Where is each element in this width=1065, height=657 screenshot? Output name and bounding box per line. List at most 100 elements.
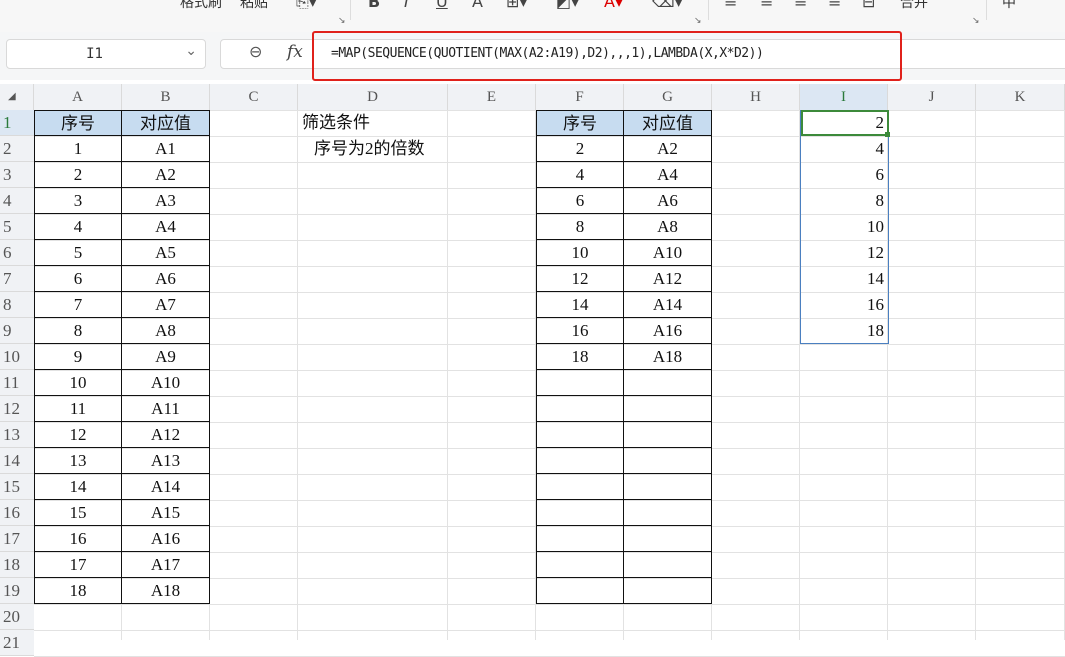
table1-cell[interactable]: A10 xyxy=(122,370,210,396)
row-header-19[interactable]: 19 xyxy=(0,578,34,604)
column-header-b[interactable]: B xyxy=(122,84,210,110)
table1-cell[interactable]: 18 xyxy=(34,578,122,604)
italic-icon[interactable]: I xyxy=(404,0,409,11)
wrap-icon[interactable]: ⊟ xyxy=(862,0,875,11)
table2-cell[interactable] xyxy=(624,448,712,474)
strikethrough-icon[interactable]: A xyxy=(472,0,483,11)
table2-cell[interactable] xyxy=(624,396,712,422)
table1-cell[interactable]: A12 xyxy=(122,422,210,448)
table2-cell[interactable]: A2 xyxy=(624,136,712,162)
table1-cell[interactable]: A9 xyxy=(122,344,210,370)
paste-button[interactable]: 粘贴 xyxy=(240,0,268,12)
table1-cell[interactable]: 12 xyxy=(34,422,122,448)
table2-cell[interactable]: A12 xyxy=(624,266,712,292)
table2-cell[interactable] xyxy=(536,500,624,526)
table2-cell[interactable] xyxy=(536,396,624,422)
paste-options-icon[interactable]: ⎘▾ xyxy=(296,0,317,12)
zoom-icon[interactable]: ⊖ xyxy=(249,42,262,61)
table1-cell[interactable]: 4 xyxy=(34,214,122,240)
table2-cell[interactable] xyxy=(624,422,712,448)
table2-cell[interactable]: 2 xyxy=(536,136,624,162)
table2-cell[interactable] xyxy=(624,526,712,552)
select-all-corner[interactable]: ◢ xyxy=(0,84,34,110)
table2-cell[interactable]: 12 xyxy=(536,266,624,292)
table2-cell[interactable] xyxy=(624,552,712,578)
bold-icon[interactable]: B xyxy=(368,0,380,11)
table2-cell[interactable] xyxy=(624,474,712,500)
table2-cell[interactable] xyxy=(536,578,624,604)
table1-cell[interactable]: 9 xyxy=(34,344,122,370)
table1-cell[interactable]: 2 xyxy=(34,162,122,188)
row-header-2[interactable]: 2 xyxy=(0,136,34,162)
table1-cell[interactable]: 11 xyxy=(34,396,122,422)
merge-button[interactable]: 合并 xyxy=(900,0,928,12)
column-header-h[interactable]: H xyxy=(712,84,800,110)
table2-cell[interactable]: 16 xyxy=(536,318,624,344)
table1-cell[interactable]: A18 xyxy=(122,578,210,604)
table1-cell[interactable]: A8 xyxy=(122,318,210,344)
table2-cell[interactable]: A16 xyxy=(624,318,712,344)
table1-cell[interactable]: A1 xyxy=(122,136,210,162)
row-header-10[interactable]: 10 xyxy=(0,344,34,370)
row-header-21[interactable]: 21 xyxy=(0,630,34,656)
table1-cell[interactable]: 6 xyxy=(34,266,122,292)
table2-cell[interactable]: 6 xyxy=(536,188,624,214)
row-header-11[interactable]: 11 xyxy=(0,370,34,396)
column-header-j[interactable]: J xyxy=(888,84,976,110)
table1-cell[interactable]: A6 xyxy=(122,266,210,292)
column-header-i[interactable]: I xyxy=(800,84,888,110)
table1-cell[interactable]: A17 xyxy=(122,552,210,578)
row-header-9[interactable]: 9 xyxy=(0,318,34,344)
font-expand-icon[interactable]: ↘ xyxy=(694,16,702,26)
table2-cell[interactable]: A6 xyxy=(624,188,712,214)
column-header-f[interactable]: F xyxy=(536,84,624,110)
row-header-5[interactable]: 5 xyxy=(0,214,34,240)
table1-cell[interactable]: A2 xyxy=(122,162,210,188)
table2-cell[interactable] xyxy=(624,500,712,526)
table2-cell[interactable]: A14 xyxy=(624,292,712,318)
table2-cell[interactable]: 14 xyxy=(536,292,624,318)
table1-cell[interactable]: A4 xyxy=(122,214,210,240)
table1-cell[interactable]: 13 xyxy=(34,448,122,474)
column-header-e[interactable]: E xyxy=(448,84,536,110)
name-box[interactable]: I1 ⌄ xyxy=(6,39,206,69)
number-format-button[interactable]: 中 xyxy=(1002,0,1016,12)
table1-cell[interactable]: A11 xyxy=(122,396,210,422)
table1-cell[interactable]: 8 xyxy=(34,318,122,344)
align-expand-icon[interactable]: ↘ xyxy=(972,16,980,26)
table2-cell[interactable]: 8 xyxy=(536,214,624,240)
table2-cell[interactable] xyxy=(624,370,712,396)
table1-cell[interactable]: 3 xyxy=(34,188,122,214)
row-header-20[interactable]: 20 xyxy=(0,604,34,630)
table2-cell[interactable] xyxy=(536,526,624,552)
table1-cell[interactable]: A13 xyxy=(122,448,210,474)
table1-cell[interactable]: 17 xyxy=(34,552,122,578)
table2-cell[interactable]: 10 xyxy=(536,240,624,266)
row-header-3[interactable]: 3 xyxy=(0,162,34,188)
table1-cell[interactable]: 1 xyxy=(34,136,122,162)
filter-value[interactable]: 序号为2的倍数 xyxy=(298,136,498,162)
table1-cell[interactable]: A14 xyxy=(122,474,210,500)
row-header-13[interactable]: 13 xyxy=(0,422,34,448)
row-header-6[interactable]: 6 xyxy=(0,240,34,266)
table1-cell[interactable]: 16 xyxy=(34,526,122,552)
row-header-8[interactable]: 8 xyxy=(0,292,34,318)
table1-header[interactable]: 对应值 xyxy=(122,110,210,136)
column-header-a[interactable]: A xyxy=(34,84,122,110)
table1-cell[interactable]: A16 xyxy=(122,526,210,552)
table1-cell[interactable]: 15 xyxy=(34,500,122,526)
table2-header[interactable]: 序号 xyxy=(536,110,624,136)
row-header-17[interactable]: 17 xyxy=(0,526,34,552)
align-left-icon[interactable]: ≡ xyxy=(828,0,841,11)
table2-cell[interactable] xyxy=(536,370,624,396)
fill-handle[interactable] xyxy=(885,132,890,137)
align-middle-icon[interactable]: ≡ xyxy=(760,0,773,11)
table1-cell[interactable]: 5 xyxy=(34,240,122,266)
table2-cell[interactable]: A8 xyxy=(624,214,712,240)
table2-cell[interactable] xyxy=(624,578,712,604)
column-header-g[interactable]: G xyxy=(624,84,712,110)
fill-color-icon[interactable]: ◩▾ xyxy=(556,0,579,11)
font-color-icon[interactable]: A▾ xyxy=(604,0,623,11)
table1-cell[interactable]: 10 xyxy=(34,370,122,396)
row-header-12[interactable]: 12 xyxy=(0,396,34,422)
